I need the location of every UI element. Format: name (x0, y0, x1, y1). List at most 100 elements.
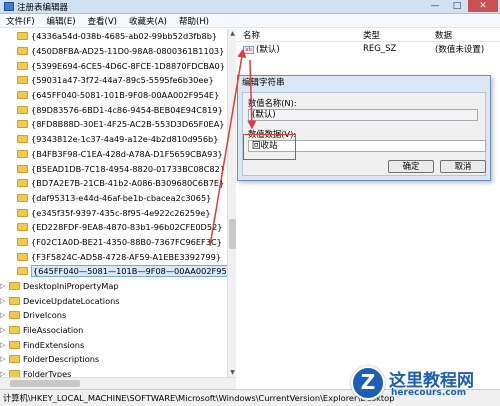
tree-item[interactable]: ▷ DeviceUpdateLocations (0, 293, 235, 308)
maximize-button[interactable]: □ (446, 0, 468, 12)
minimize-button[interactable]: — (424, 0, 446, 12)
scroll-down-icon[interactable]: ▼ (228, 368, 237, 377)
tree-item-label: DeviceUpdateLocations (23, 295, 120, 306)
tree-item-label: {F02C1A0D-BE21-4350-88B0-7367FC96EF3C} (31, 236, 222, 247)
cancel-button[interactable]: 取消 (440, 160, 486, 173)
tree-item[interactable]: {daf95313-e44d-46af-be1b-cbacea2c3065} (0, 191, 235, 206)
dialog-title: 编辑字符串 (242, 78, 285, 88)
column-type[interactable]: 类型 (357, 29, 429, 41)
column-data[interactable]: 数据 (429, 29, 499, 41)
expand-arrow-icon[interactable]: ▷ (0, 370, 7, 377)
tree-item[interactable]: {8FD8B88D-30E1-4F25-AC2B-553D3D65F0EA} (0, 117, 235, 132)
menu-edit[interactable]: 编辑(E) (41, 15, 82, 27)
folder-icon (9, 340, 20, 349)
menu-help[interactable]: 帮助(H) (173, 15, 215, 27)
tree-item-label: FileAssociation (23, 325, 84, 336)
menu-favorites[interactable]: 收藏夹(A) (123, 15, 173, 27)
folder-icon (9, 311, 20, 320)
tree-item[interactable]: {9343812e-1c37-4a49-a12e-4b2d810d956b} (0, 132, 235, 147)
tree-vertical-scrollbar[interactable]: ▲ ▼ (227, 29, 236, 377)
tree-item[interactable]: ▷ DesktopIniPropertyMap (0, 279, 235, 294)
tree-item[interactable]: {5399E694-6CE5-4D6C-8FCE-1D8870FDCBA0} (0, 58, 235, 73)
tree-item-label: {F3F5824C-AD58-4728-AF59-A1EBE3392799} (31, 251, 222, 262)
tree-item-label: {89D83576-6BD1-4c86-9454-BEB04E94C819} (31, 104, 223, 115)
tree-item-label: {e345f35f-9397-435c-8f95-4e922c26259e} (31, 207, 211, 218)
folder-icon (17, 61, 28, 70)
ok-button[interactable]: 确定 (388, 160, 434, 173)
tree-item-label: {645FF040-5081-101B-9F08-00AA002F954E} (31, 90, 220, 101)
registry-tree: {4336a54d-038b-4685-ab02-99bb52d3fb8b} {4… (0, 29, 236, 377)
folder-icon (17, 237, 28, 246)
expand-arrow-icon[interactable]: ▷ (0, 326, 7, 334)
tree-item-label: FolderTypes (23, 369, 72, 377)
tree-item[interactable]: {645FF040—5081—101B—9F08—00AA002F954E} (0, 264, 235, 279)
folder-icon (17, 105, 28, 114)
value-type: REG_SZ (363, 44, 397, 54)
tree-item[interactable]: {4336a54d-038b-4685-ab02-99bb52d3fb8b} (0, 29, 235, 44)
folder-icon (17, 120, 28, 129)
watermark: 这里教程网 herecours.com (345, 362, 500, 406)
folder-icon (17, 179, 28, 188)
list-header: 名称 类型 数据 (237, 29, 500, 42)
tree-item[interactable]: {89D83576-6BD1-4c86-9454-BEB04E94C819} (0, 102, 235, 117)
hscroll-thumb[interactable] (10, 380, 80, 387)
expand-arrow-icon[interactable]: ▷ (0, 355, 7, 363)
menu-file[interactable]: 文件(F) (0, 15, 41, 27)
folder-icon (17, 223, 28, 232)
tree-item[interactable]: ▷ DriveIcons (0, 308, 235, 323)
tree-item-label: {8FD8B88D-30E1-4F25-AC2B-553D3D65F0EA} (31, 119, 225, 130)
tree-item[interactable]: {F02C1A0D-BE21-4350-88B0-7367FC96EF3C} (0, 235, 235, 250)
tree-item[interactable]: {59031a47-3f72-44a7-89c5-5595fe6b30ee} (0, 73, 235, 88)
folder-icon (9, 355, 20, 364)
tree-item[interactable]: ▷ FolderDescriptions (0, 352, 235, 367)
scroll-up-icon[interactable]: ▲ (228, 29, 237, 38)
tree-item-label: {59031a47-3f72-44a7-89c5-5595fe6b30ee} (31, 75, 214, 86)
list-row-default[interactable]: ab (默认) REG_SZ (数值未设置) (237, 42, 500, 56)
folder-icon (9, 282, 20, 291)
expand-arrow-icon[interactable]: ▷ (0, 297, 7, 305)
folder-icon (17, 208, 28, 217)
folder-icon (9, 370, 20, 377)
expand-arrow-icon[interactable]: ▷ (0, 341, 7, 349)
tree-item-label: FindExtensions (23, 339, 85, 350)
tree-item-label: {B4FB3F98-C1EA-428d-A78A-D1F5659CBA93} (31, 148, 223, 159)
regedit-icon (4, 2, 14, 11)
expand-arrow-icon[interactable]: ▷ (0, 282, 7, 290)
folder-icon (17, 267, 28, 276)
tree-item-label: {9343812e-1c37-4a49-a12e-4b2d810d956b} (31, 134, 219, 145)
tree-horizontal-scrollbar[interactable] (0, 377, 236, 389)
tree-item-label: {daf95313-e44d-46af-be1b-cbacea2c3065} (31, 192, 212, 203)
tree-item[interactable]: {F3F5824C-AD58-4728-AF59-A1EBE3392799} (0, 249, 235, 264)
tree-item-label: {450D8FBA-AD25-11D0-98A8-0800361B1103} (31, 46, 225, 57)
folder-icon (17, 32, 28, 41)
value-name-label: 数值名称(N): (248, 98, 297, 108)
tree-item-label: {5399E694-6CE5-4D6C-8FCE-1D8870FDCBA0} (31, 60, 225, 71)
menu-view[interactable]: 查看(V) (82, 15, 123, 27)
tree-item[interactable]: {B4FB3F98-C1EA-428d-A78A-D1F5659CBA93} (0, 147, 235, 162)
tree-item[interactable]: ▷ FileAssociation (0, 323, 235, 338)
column-name[interactable]: 名称 (237, 29, 357, 41)
folder-icon (17, 149, 28, 158)
tree-item[interactable]: ▷ FindExtensions (0, 337, 235, 352)
tree-item[interactable]: {BD7A2E7B-21CB-41b2-A086-B309680C6B7E} (0, 176, 235, 191)
tree-item[interactable]: {ED228FDF-9EA8-4870-83b1-96b02CFE0D52} (0, 220, 235, 235)
menu-bar: 文件(F) 编辑(E) 查看(V) 收藏夹(A) 帮助(H) (0, 14, 500, 28)
tree-item[interactable]: ▷ FolderTypes (0, 367, 235, 377)
folder-icon (17, 76, 28, 85)
tree-item[interactable]: {645FF040-5081-101B-9F08-00AA002F954E} (0, 88, 235, 103)
tree-item-label: {ED228FDF-9EA8-4870-83b1-96b02CFE0D52} (31, 222, 223, 233)
tree-item[interactable]: {450D8FBA-AD25-11D0-98A8-0800361B1103} (0, 44, 235, 59)
tree-item[interactable]: {e345f35f-9397-435c-8f95-4e922c26259e} (0, 205, 235, 220)
watermark-logo-icon (351, 366, 385, 400)
scroll-thumb[interactable] (229, 219, 236, 249)
highlight-data-box (243, 134, 296, 160)
close-button[interactable]: ✕ (468, 0, 498, 12)
value-data: (数值未设置) (435, 45, 485, 55)
folder-icon (17, 164, 28, 173)
value-name: (默认) (256, 45, 280, 55)
watermark-url: herecours.com (391, 388, 467, 398)
value-name-field: (默认) (248, 109, 478, 121)
expand-arrow-icon[interactable]: ▷ (0, 311, 7, 319)
tree-item-label: {645FF040—5081—101B—9F08—00AA002F954E} (31, 265, 235, 278)
tree-item[interactable]: {B5EAD1DB-7C18-4954-8820-01733BC08C82} (0, 161, 235, 176)
